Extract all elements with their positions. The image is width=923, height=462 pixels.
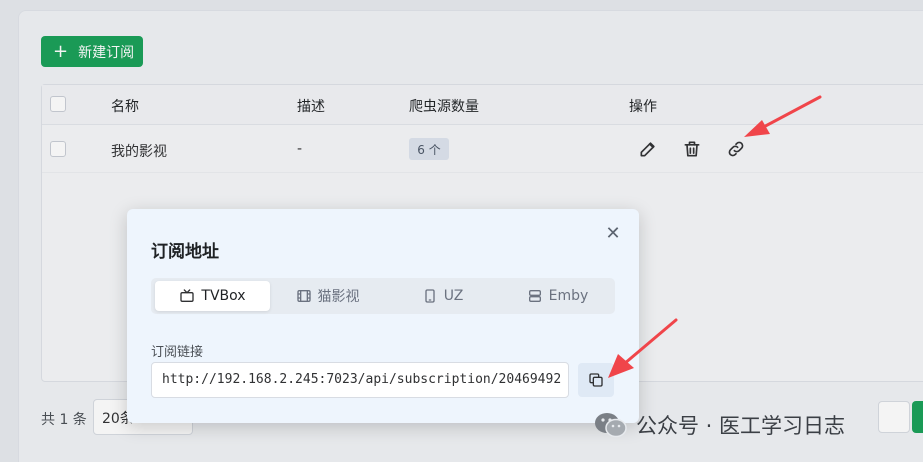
film-icon: [296, 290, 311, 302]
tab-uz-label: UZ: [443, 288, 464, 304]
tab-tvbox[interactable]: TVBox: [155, 281, 270, 311]
modal-title: 订阅地址: [151, 242, 219, 262]
wechat-icon: [595, 413, 627, 438]
client-tabs: TVBox 猫影视 UZ Emby: [151, 278, 615, 314]
tab-emby[interactable]: Emby: [500, 281, 615, 311]
pointer-arrow-link: [744, 95, 822, 137]
subscription-modal: 订阅地址 ✕ TVBox 猫影视 UZ Emby 订阅链接 http://192…: [127, 209, 639, 423]
phone-icon: [425, 289, 435, 303]
tab-maoyingshi[interactable]: 猫影视: [270, 281, 385, 311]
tab-emby-label: Emby: [548, 288, 589, 304]
tab-uz[interactable]: UZ: [385, 281, 500, 311]
server-icon: [528, 290, 541, 302]
tab-tvbox-label: TVBox: [201, 288, 246, 304]
close-icon[interactable]: ✕: [604, 225, 622, 243]
pointer-arrow-copy: [608, 318, 678, 378]
tv-icon: [180, 289, 195, 302]
subscription-url-field[interactable]: http://192.168.2.245:7023/api/subscripti…: [151, 362, 569, 398]
url-label: 订阅链接: [151, 345, 204, 360]
watermark-text: 公众号 · 医工学习日志: [636, 414, 846, 438]
tab-maoyingshi-label: 猫影视: [317, 289, 360, 305]
watermark: 公众号 · 医工学习日志: [594, 410, 845, 440]
